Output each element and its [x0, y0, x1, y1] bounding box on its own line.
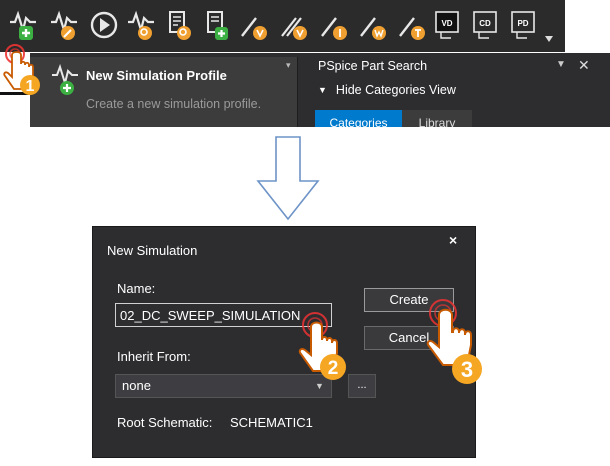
voltage-marker-icon[interactable]: [238, 6, 272, 44]
expand-triangle-icon: ▼: [318, 85, 327, 95]
current-marker-icon[interactable]: [318, 6, 352, 44]
tooltip-title: New Simulation Profile: [86, 68, 227, 83]
hide-categories-label: Hide Categories View: [335, 83, 456, 97]
step-2-badge: 2: [328, 358, 339, 379]
svg-text:PD: PD: [517, 19, 528, 28]
tooltip-description: Create a new simulation profile.: [86, 97, 262, 111]
root-schematic-label: Root Schematic:: [117, 415, 213, 430]
pane-menu-chevron-icon[interactable]: ▼: [556, 59, 566, 70]
power-marker-icon[interactable]: [357, 6, 391, 44]
pspice-toolbar: VD CD PD: [0, 0, 565, 52]
down-arrow-icon: [256, 136, 320, 221]
bias-voltage-display-icon[interactable]: VD: [432, 6, 466, 44]
advanced-marker-icon[interactable]: [396, 6, 430, 44]
view-output-file-icon[interactable]: [162, 6, 196, 44]
run-icon[interactable]: [88, 6, 122, 44]
tab-categories[interactable]: Categories: [315, 110, 402, 127]
bias-power-display-icon[interactable]: PD: [508, 6, 542, 44]
voltage-differential-marker-icon[interactable]: [278, 6, 312, 44]
close-icon[interactable]: ×: [449, 232, 457, 248]
dialog-title: New Simulation: [107, 243, 198, 258]
step-1-badge: 1: [26, 78, 35, 95]
tooltip-chevron-icon: ▾: [286, 60, 291, 70]
part-search-title: PSpice Part Search: [318, 59, 428, 73]
bias-current-display-icon[interactable]: CD: [470, 6, 504, 44]
step-2-hand-cursor-icon: 2: [298, 312, 346, 380]
step-1-hand-cursor-icon: 1: [3, 44, 40, 95]
new-simulation-dialog: New Simulation × Name: Create Cancel Inh…: [92, 226, 482, 458]
part-search-header: PSpice Part Search ▼ ✕: [308, 57, 610, 77]
step-3-hand-cursor-icon: 3: [426, 299, 482, 384]
pane-close-icon[interactable]: ✕: [578, 57, 590, 74]
add-probe-icon[interactable]: [200, 6, 234, 44]
toolbar-overflow-chevron-icon[interactable]: [545, 36, 553, 42]
name-label: Name:: [117, 281, 156, 296]
tab-library[interactable]: Library: [402, 110, 472, 127]
view-simulation-results-icon[interactable]: [124, 6, 158, 44]
svg-text:CD: CD: [479, 19, 491, 28]
svg-text:VD: VD: [441, 19, 452, 28]
inherit-from-label: Inherit From:: [117, 349, 191, 364]
tooltip-new-simulation-profile: New Simulation Profile Create a new simu…: [30, 57, 298, 127]
step-3-badge: 3: [461, 357, 473, 382]
part-search-tabs: Categories Library: [315, 110, 610, 127]
hide-categories-toggle[interactable]: ▼ Hide Categories View: [318, 83, 456, 97]
root-schematic-value: SCHEMATIC1: [230, 415, 313, 430]
